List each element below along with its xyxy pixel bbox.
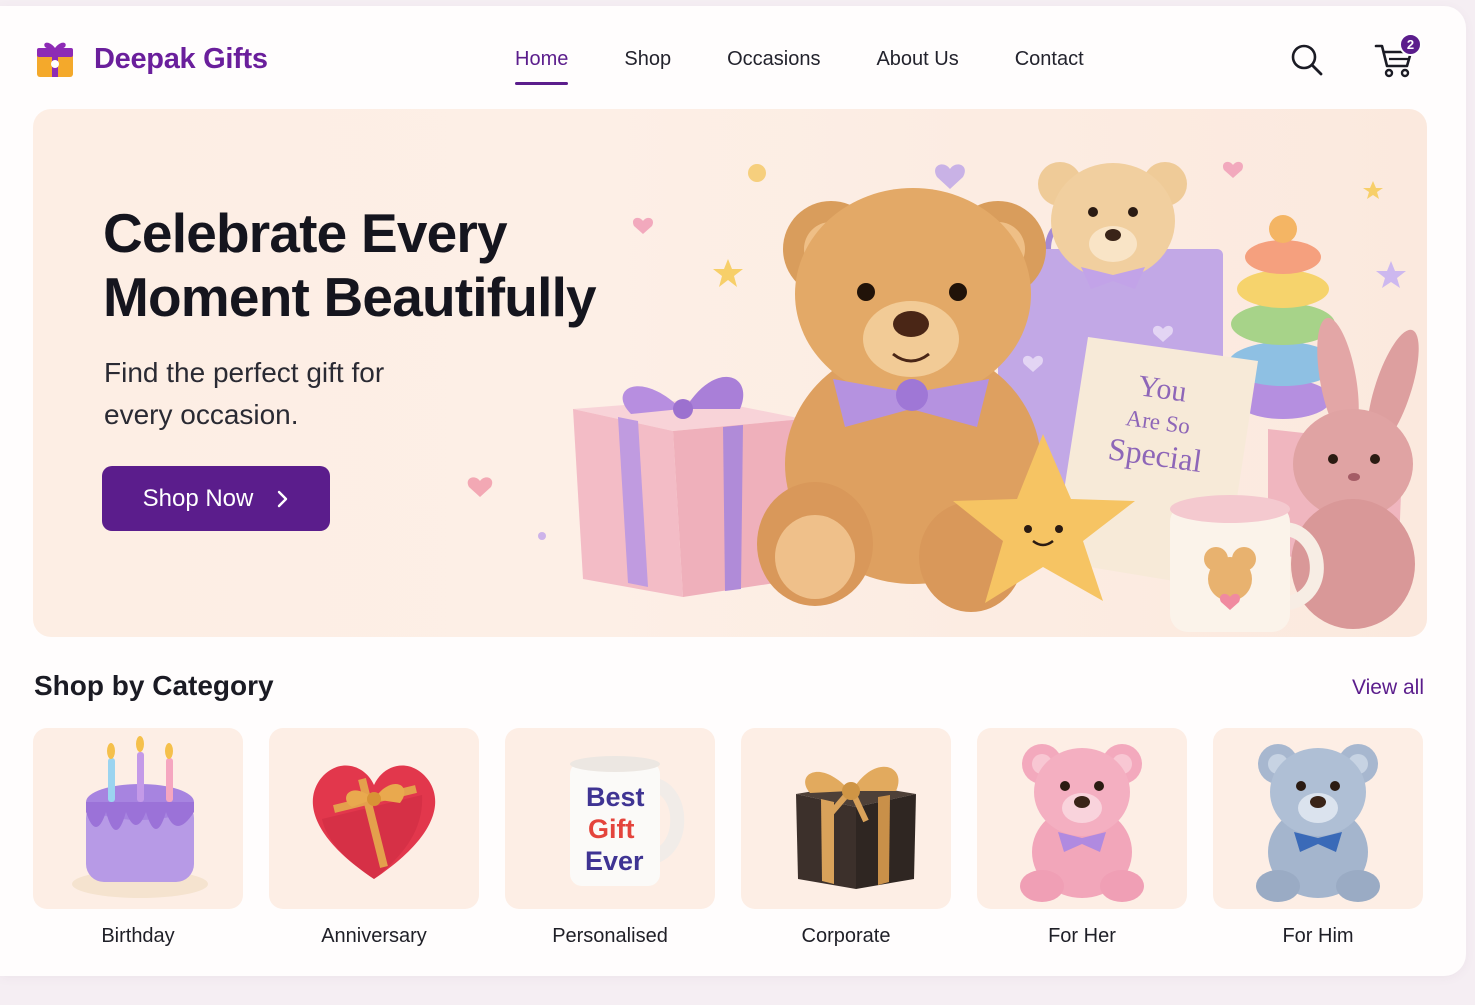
hero-banner: Celebrate Every Moment Beautifully Find … bbox=[33, 109, 1427, 637]
category-tile bbox=[269, 728, 479, 909]
hero-subtitle: Find the perfect gift for every occasion… bbox=[104, 357, 385, 430]
heart-decoration-icon bbox=[1222, 161, 1244, 178]
mug-icon: Best Gift Ever bbox=[570, 755, 685, 886]
brand-name: Deepak Gifts bbox=[94, 42, 268, 75]
star-decoration-icon bbox=[1363, 181, 1383, 199]
blue-teddy-icon bbox=[1256, 743, 1380, 902]
star-decoration-icon bbox=[713, 259, 743, 287]
heart-box-icon bbox=[312, 765, 436, 879]
category-list: Birthday Anniversary Best Gift Ever Pers… bbox=[33, 728, 1423, 948]
nav-home[interactable]: Home bbox=[515, 46, 569, 85]
card-text-line-1: You bbox=[1136, 369, 1189, 408]
category-for-her[interactable]: For Her bbox=[977, 728, 1187, 948]
category-section-title: Shop by Category bbox=[34, 670, 274, 701]
gift-logo-icon bbox=[37, 42, 73, 77]
category-label: Personalised bbox=[552, 925, 668, 947]
category-label: For Her bbox=[1048, 925, 1116, 947]
shop-now-button[interactable]: Shop Now bbox=[102, 466, 330, 531]
category-birthday[interactable]: Birthday bbox=[33, 728, 243, 948]
main-nav: Home Shop Occasions About Us Contact bbox=[500, 46, 1140, 85]
nav-shop[interactable]: Shop bbox=[624, 46, 671, 73]
page-card: Deepak Gifts Home Shop Occasions About U… bbox=[0, 6, 1466, 976]
search-button[interactable] bbox=[1289, 42, 1325, 83]
nav-about-us[interactable]: About Us bbox=[876, 46, 958, 73]
category-tile: Best Gift Ever bbox=[505, 728, 715, 909]
category-tile bbox=[741, 728, 951, 909]
category-label: For Him bbox=[1282, 925, 1354, 947]
cake-icon bbox=[72, 735, 208, 898]
dot-decoration bbox=[538, 532, 546, 540]
search-icon bbox=[1291, 44, 1323, 76]
brand-logo[interactable]: Deepak Gifts bbox=[34, 38, 268, 80]
mug-text-line-2: Gift bbox=[588, 814, 635, 844]
category-label: Birthday bbox=[101, 925, 175, 947]
category-tile bbox=[33, 728, 243, 909]
cart-count-badge: 2 bbox=[1399, 33, 1422, 56]
pink-teddy-icon bbox=[1020, 743, 1144, 902]
category-label: Anniversary bbox=[321, 925, 427, 947]
category-anniversary[interactable]: Anniversary bbox=[269, 728, 479, 948]
category-tile bbox=[1213, 728, 1423, 909]
gift-box-icon bbox=[796, 766, 916, 889]
cart-button[interactable]: 2 bbox=[1374, 33, 1422, 83]
heart-decoration-icon bbox=[935, 164, 965, 189]
mug-text-line-3: Ever bbox=[585, 846, 644, 876]
category-corporate[interactable]: Corporate bbox=[741, 728, 951, 948]
category-personalised[interactable]: Best Gift Ever Personalised bbox=[505, 728, 715, 948]
view-all-link[interactable]: View all bbox=[1352, 676, 1424, 700]
chevron-right-icon bbox=[278, 490, 288, 507]
hero-gifts-illustration: You Are So Special bbox=[467, 161, 1419, 632]
star-decoration-icon bbox=[1376, 261, 1406, 288]
heart-decoration-icon bbox=[467, 477, 493, 497]
category-label: Corporate bbox=[801, 925, 891, 947]
heart-decoration-icon bbox=[632, 217, 654, 234]
shop-now-label: Shop Now bbox=[142, 484, 254, 512]
nav-occasions[interactable]: Occasions bbox=[727, 46, 820, 73]
dot-decoration bbox=[748, 164, 766, 182]
nav-contact[interactable]: Contact bbox=[1015, 46, 1084, 73]
mug-text-line-1: Best bbox=[586, 782, 645, 812]
category-for-him[interactable]: For Him bbox=[1213, 728, 1423, 948]
category-tile bbox=[977, 728, 1187, 909]
